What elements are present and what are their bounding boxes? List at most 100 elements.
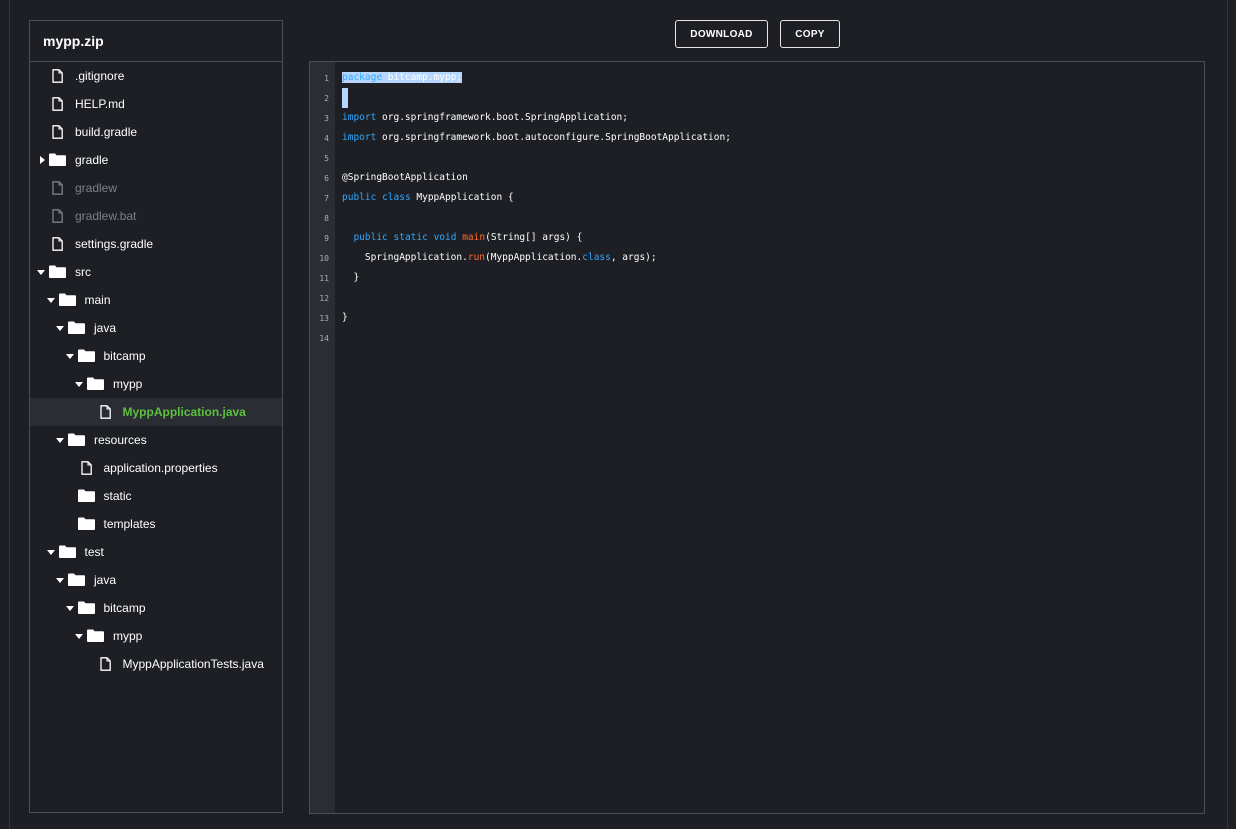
caret-down-icon[interactable] [75,634,83,639]
caret-down-icon[interactable] [56,438,64,443]
tree-item-label: java [94,321,117,335]
caret-down-icon[interactable] [65,354,74,359]
code-token: void [433,232,457,243]
caret-down-icon[interactable] [37,270,45,275]
code-token: import [342,112,377,123]
code-token: org.springframework.boot.autoconfigure.S… [376,132,731,143]
folder-icon [49,153,66,169]
code-line: public class MyppApplication { [342,188,514,208]
tree-item-label: mypp [113,377,143,391]
caret-down-icon[interactable] [56,578,64,583]
file-item[interactable]: build.gradle [30,118,282,146]
folder-item[interactable]: test [30,538,282,566]
folder-item[interactable]: templates [30,510,282,538]
folder-item[interactable]: mypp [30,622,282,650]
folder-item[interactable]: mypp [30,370,282,398]
explorer-title: mypp.zip [30,21,282,62]
code-token: MyppApplication { [410,192,514,203]
file-icon [80,461,92,478]
code-viewer[interactable]: 1 2 3 4 5 6 7 8 9 10 11 12 13 14 package bitcamp.mypp… [309,61,1205,814]
code-token: org.springframework.boot.SpringApplicati… [376,112,628,123]
tree-item-label: resources [94,433,147,447]
file-item[interactable]: HELP.md [30,90,282,118]
tree-item-label: bitcamp [103,601,146,615]
window-edge-right [1227,0,1236,829]
line-number: 2 [324,94,329,103]
code-token: static [393,232,428,243]
file-icon [52,209,63,226]
folder-item[interactable]: gradle [30,146,282,174]
download-button[interactable]: DOWNLOAD [675,20,768,48]
line-number: 8 [324,214,329,223]
folder-icon [68,433,85,449]
line-number: 1 [324,74,329,83]
folder-item[interactable]: main [30,286,282,314]
code-token: bitcamp.mypp; [382,72,463,83]
code-line: package bitcamp.mypp; [342,68,463,88]
caret-down-icon[interactable] [75,382,83,387]
folder-icon [68,573,85,589]
file-item[interactable]: MyppApplicationTests.java [30,650,282,678]
line-number: 10 [319,254,329,263]
folder-item[interactable]: src [30,258,282,286]
caret-down-icon[interactable] [46,550,55,555]
tree-item-label: settings.gradle [75,237,154,251]
tree-item-label: MyppApplicationTests.java [122,657,264,671]
code-token: } [342,272,360,283]
tree-item-label: bitcamp [103,349,146,363]
line-number: 11 [319,274,329,283]
code-token: SpringApplication. [342,252,468,263]
file-item[interactable]: settings.gradle [30,230,282,258]
tree-item-label: build.gradle [75,125,138,139]
code-line: @SpringBootApplication [342,168,468,188]
folder-icon [49,265,66,281]
file-icon [52,69,63,86]
file-item[interactable]: .gitignore [30,62,282,90]
file-item[interactable]: gradlew [30,174,282,202]
line-number: 9 [324,234,329,243]
code-token: @SpringBootApplication [342,172,468,183]
folder-item[interactable]: bitcamp [30,342,282,370]
folder-icon [87,629,104,645]
tree-item-label: templates [103,517,156,531]
line-number: 6 [324,174,329,183]
window-edge-left [0,0,10,829]
caret-right-icon[interactable] [40,156,45,164]
tree-item-label: MyppApplication.java [122,405,246,419]
code-line: public static void main(String[] args) { [342,228,582,248]
folder-item[interactable]: java [30,566,282,594]
code-token: main [462,232,486,243]
file-item[interactable]: gradlew.bat [30,202,282,230]
code-token: import [342,132,377,143]
file-explorer: mypp.zip .gitignore HELP.md build.gradle gr… [29,20,283,813]
tree-item-label: mypp [113,629,143,643]
line-number: 13 [319,314,329,323]
tree-item-label: .gitignore [75,69,125,83]
tree-item-label: java [94,573,117,587]
folder-icon [87,377,104,393]
file-icon [52,97,63,114]
caret-down-icon[interactable] [56,326,64,331]
file-icon [52,237,63,254]
copy-button[interactable]: COPY [780,20,840,48]
line-number: 5 [324,154,329,163]
code-line: } [342,268,359,288]
tree-item-label: test [84,545,104,559]
caret-down-icon[interactable] [46,298,55,303]
caret-down-icon[interactable] [65,606,74,611]
code-token: , args); [610,252,657,263]
folder-item[interactable]: static [30,482,282,510]
folder-item[interactable]: bitcamp [30,594,282,622]
tree-item-label: HELP.md [75,97,125,111]
line-number: 7 [324,194,329,203]
file-item[interactable]: application.properties [30,454,282,482]
tree-item-label: static [103,489,132,503]
file-item[interactable]: MyppApplication.java [30,398,282,426]
folder-icon [77,489,95,505]
line-number: 12 [319,294,329,303]
folder-item[interactable]: java [30,314,282,342]
folder-item[interactable]: resources [30,426,282,454]
file-icon [99,405,111,422]
code-token: (MyppApplication. [485,252,583,263]
